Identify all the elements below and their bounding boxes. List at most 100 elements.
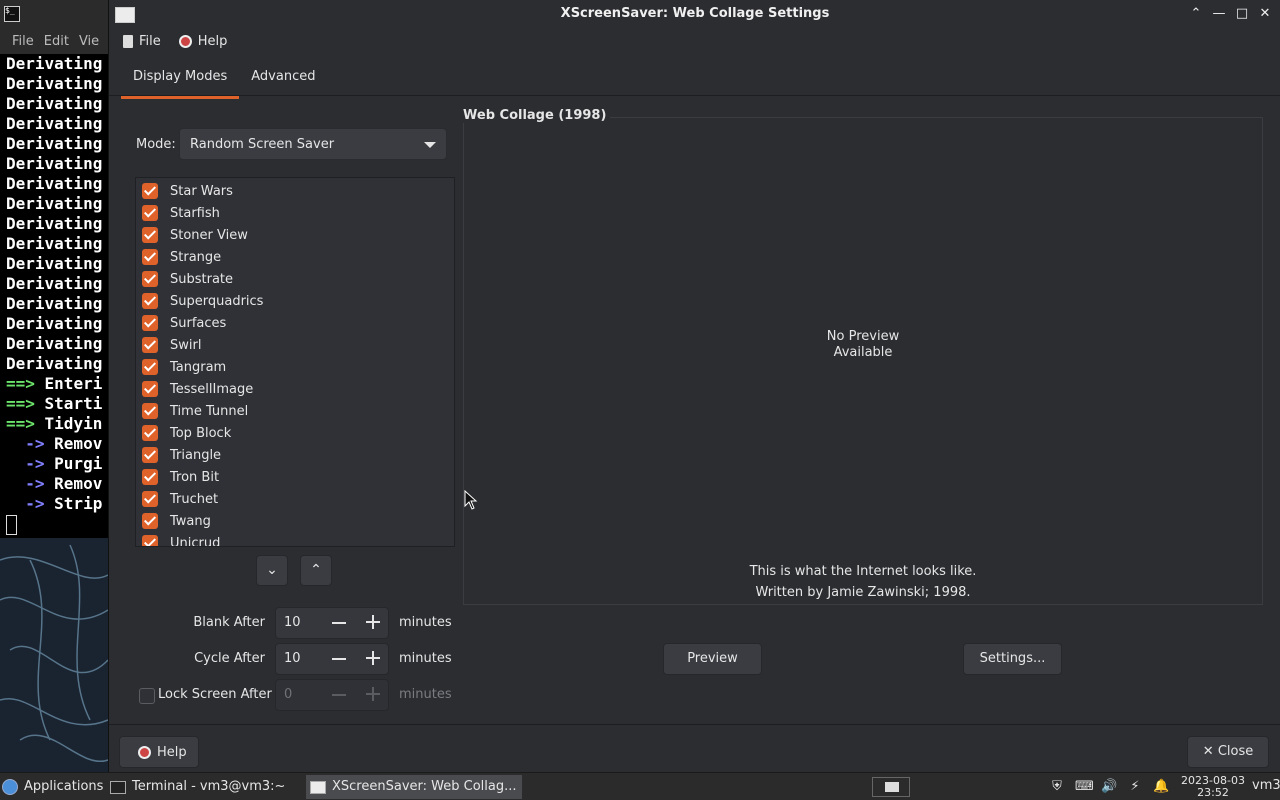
minimize-button[interactable]: —	[1210, 5, 1228, 23]
maximize-button[interactable]: □	[1233, 5, 1251, 23]
hack-enabled-checkbox[interactable]	[142, 227, 158, 243]
terminal-line-text: Derivating	[6, 254, 103, 273]
close-window-button[interactable]: ✕	[1256, 5, 1274, 23]
list-item[interactable]: Superquadrics	[136, 290, 436, 312]
hack-enabled-checkbox[interactable]	[142, 513, 158, 529]
hack-name: Tangram	[170, 359, 227, 375]
hack-enabled-checkbox[interactable]	[142, 535, 158, 546]
list-item[interactable]: Substrate	[136, 268, 436, 290]
notification-bell-icon[interactable]: 🔔	[1153, 779, 1169, 795]
menu-help[interactable]: Help	[178, 33, 228, 49]
hack-enabled-checkbox[interactable]	[142, 381, 158, 397]
terminal-line-text: Purgi	[44, 454, 103, 473]
keyboard-icon[interactable]: ⌨	[1075, 779, 1094, 795]
hack-name: Truchet	[170, 491, 219, 507]
list-item[interactable]: Starfish	[136, 202, 436, 224]
terminal-line: Derivating	[6, 274, 112, 294]
terminal-line: -> Remov	[6, 474, 112, 494]
taskbar: Applications ⋮ Terminal - vm3@vm3:~ XScr…	[0, 772, 1280, 800]
hack-name: Superquadrics	[170, 293, 264, 309]
blank-after-value[interactable]: 10	[284, 615, 301, 630]
window-titlebar[interactable]: XScreenSaver: Web Collage Settings ⌃ — □…	[109, 0, 1280, 28]
workspace-switcher[interactable]	[872, 777, 910, 797]
list-item[interactable]: Twang	[136, 510, 436, 532]
menu-help-label: Help	[197, 33, 228, 49]
terminal-menu-file[interactable]: File	[12, 34, 34, 49]
hack-enabled-checkbox[interactable]	[142, 337, 158, 353]
lock-after-spinner: 0	[275, 679, 389, 711]
terminal-window[interactable]: $_ File Edit Vie Derivating Derivating Der…	[0, 0, 112, 538]
plus-icon[interactable]	[366, 615, 380, 629]
hack-enabled-checkbox[interactable]	[142, 469, 158, 485]
list-item[interactable]: Truchet	[136, 488, 436, 510]
hack-enabled-checkbox[interactable]	[142, 425, 158, 441]
settings-button[interactable]: Settings...	[963, 643, 1062, 675]
hack-name: Star Wars	[170, 183, 233, 199]
clock[interactable]: 2023-08-03 23:52	[1178, 775, 1248, 799]
list-item[interactable]: Unicrud	[136, 532, 436, 546]
close-button[interactable]: ✕ Close	[1187, 736, 1269, 768]
list-item[interactable]: Triangle	[136, 444, 436, 466]
chevron-up-icon[interactable]: ⌃	[1187, 5, 1205, 23]
workspace-window-thumb	[885, 782, 899, 792]
minus-icon[interactable]	[332, 651, 346, 665]
plus-icon[interactable]	[366, 651, 380, 665]
hack-enabled-checkbox[interactable]	[142, 271, 158, 287]
list-item[interactable]: Top Block	[136, 422, 436, 444]
terminal-menu-view[interactable]: Vie	[79, 34, 99, 49]
power-icon[interactable]: ⚡	[1127, 779, 1143, 795]
lock-screen-checkbox[interactable]	[139, 688, 155, 704]
screensaver-list-items: Star Wars Starfish Stoner View Strange Subst…	[136, 180, 436, 546]
taskbar-item-terminal-label: Terminal - vm3@vm3:~	[132, 779, 286, 794]
list-item[interactable]: Time Tunnel	[136, 400, 436, 422]
applications-menu[interactable]: Applications ⋮	[2, 775, 122, 799]
menu-file[interactable]: File	[123, 34, 161, 49]
hack-enabled-checkbox[interactable]	[142, 315, 158, 331]
hack-enabled-checkbox[interactable]	[142, 183, 158, 199]
list-item[interactable]: Tron Bit	[136, 466, 436, 488]
terminal-line-text: Starti	[34, 394, 103, 413]
applications-label: Applications	[24, 779, 104, 794]
cycle-after-spinner[interactable]: 10	[275, 643, 389, 675]
hack-enabled-checkbox[interactable]	[142, 447, 158, 463]
blank-after-spinner[interactable]: 10	[275, 607, 389, 639]
taskbar-item-terminal[interactable]: Terminal - vm3@vm3:~	[110, 775, 285, 799]
preview-button[interactable]: Preview	[663, 643, 762, 675]
help-button[interactable]: Help	[119, 736, 199, 768]
list-item[interactable]: Stoner View	[136, 224, 436, 246]
move-up-button[interactable]: ⌃	[300, 555, 332, 586]
volume-icon[interactable]: 🔊	[1101, 779, 1117, 795]
hack-enabled-checkbox[interactable]	[142, 403, 158, 419]
list-item[interactable]: Swirl	[136, 334, 436, 356]
move-down-button[interactable]: ⌄	[256, 555, 288, 586]
list-item[interactable]: TessellImage	[136, 378, 436, 400]
taskbar-item-xscreensaver[interactable]: XScreenSaver: Web Collag...	[306, 775, 523, 799]
mode-select[interactable]: Random Screen Saver	[179, 128, 447, 160]
user-name[interactable]: vm3	[1252, 778, 1280, 793]
screensaver-list[interactable]: Star Wars Starfish Stoner View Strange Subst…	[135, 177, 455, 547]
tab-display-modes[interactable]: Display Modes	[121, 60, 240, 99]
hack-enabled-checkbox[interactable]	[142, 205, 158, 221]
tab-advanced[interactable]: Advanced	[239, 60, 327, 96]
hack-enabled-checkbox[interactable]	[142, 249, 158, 265]
hack-enabled-checkbox[interactable]	[142, 359, 158, 375]
list-item[interactable]: Star Wars	[136, 180, 436, 202]
terminal-titlebar[interactable]: $_	[0, 0, 112, 28]
cycle-after-value[interactable]: 10	[284, 651, 301, 666]
settings-window: XScreenSaver: Web Collage Settings ⌃ — □…	[108, 0, 1280, 772]
hack-enabled-checkbox[interactable]	[142, 491, 158, 507]
mouse-pointer-icon	[464, 490, 478, 510]
terminal-menu-edit[interactable]: Edit	[44, 34, 69, 49]
list-item[interactable]: Surfaces	[136, 312, 436, 334]
terminal-line-text: Derivating	[6, 294, 103, 313]
list-item[interactable]: Tangram	[136, 356, 436, 378]
terminal-line-text: Remov	[44, 434, 103, 453]
no-preview-line1: No Preview	[826, 329, 900, 344]
terminal-output: Derivating Derivating Derivating Derivating…	[0, 54, 112, 535]
terminal-line: Derivating	[6, 314, 112, 334]
minus-icon[interactable]	[332, 615, 346, 629]
hack-enabled-checkbox[interactable]	[142, 293, 158, 309]
shield-icon[interactable]: ⛨	[1049, 779, 1065, 795]
tab-separator	[109, 95, 1280, 96]
list-item[interactable]: Strange	[136, 246, 436, 268]
